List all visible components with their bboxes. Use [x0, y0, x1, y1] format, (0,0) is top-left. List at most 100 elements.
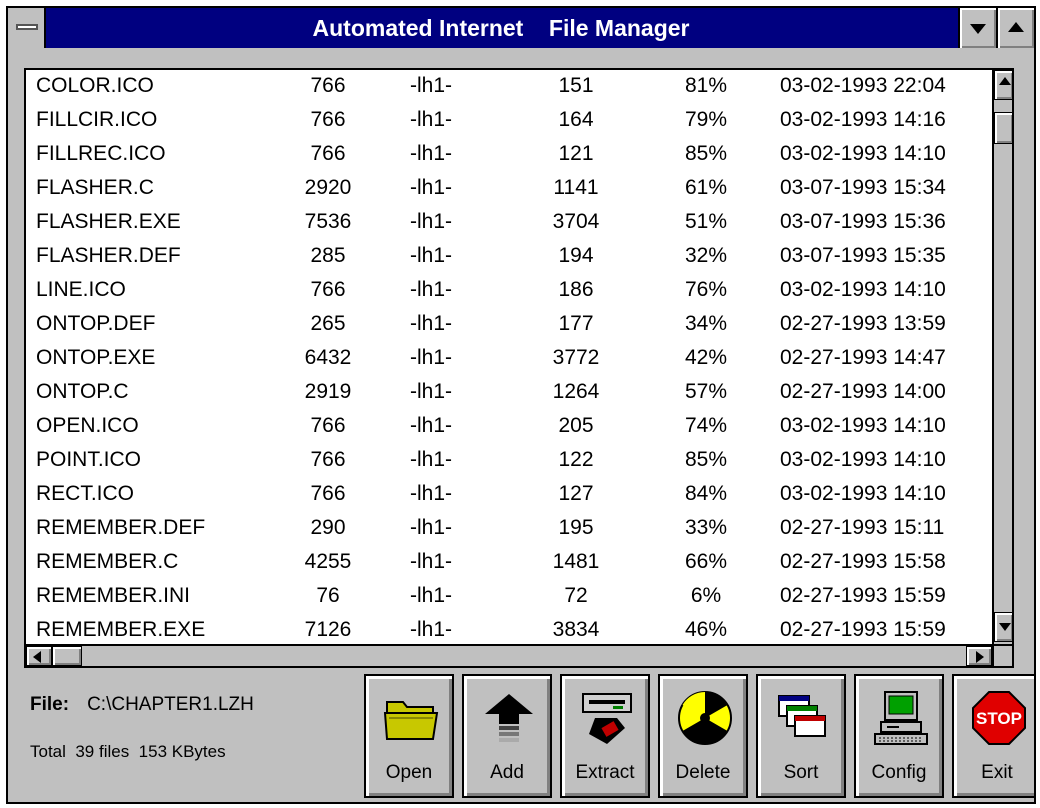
file-size: 290	[310, 516, 346, 539]
system-menu-button[interactable]	[8, 8, 46, 48]
file-rows: COLOR.ICO 766 -lh1- 151 81% 03-02-1993 22:04 F…	[26, 70, 992, 644]
vertical-scroll-thumb[interactable]	[994, 112, 1012, 144]
file-row[interactable]: ONTOP.C 2919 -lh1- 1264 57% 02-27-1993 14:00	[26, 376, 992, 410]
file-ratio: 34%	[684, 312, 728, 335]
file-compressed-size: 122	[558, 448, 594, 471]
horizontal-scrollbar[interactable]	[26, 644, 992, 666]
file-ratio: 85%	[684, 448, 728, 471]
file-row[interactable]: FLASHER.EXE 7536 -lh1- 3704 51% 03-07-1993 15…	[26, 206, 992, 240]
minimize-button[interactable]	[958, 8, 996, 48]
add-button[interactable]: Add	[462, 674, 552, 798]
file-method: -lh1-	[409, 108, 452, 131]
file-row[interactable]: FILLREC.ICO 766 -lh1- 121 85% 03-02-1993 14:1…	[26, 138, 992, 172]
file-date: 03-02-1993 14:10	[780, 448, 946, 471]
file-method: -lh1-	[409, 550, 452, 573]
extract-label: Extract	[575, 762, 635, 783]
config-button[interactable]: Config	[854, 674, 944, 798]
sort-button[interactable]: Sort	[756, 674, 846, 798]
file-compressed-size: 1481	[552, 550, 600, 573]
svg-text:STOP: STOP	[976, 709, 1022, 728]
file-row[interactable]: COLOR.ICO 766 -lh1- 151 81% 03-02-1993 22:04	[26, 70, 992, 104]
file-name: LINE.ICO	[36, 278, 126, 301]
title-bar[interactable]: Automated Internet File Manager	[8, 8, 1034, 48]
arrow-right-icon	[976, 651, 984, 663]
scroll-right-button[interactable]	[966, 646, 992, 666]
scroll-up-button[interactable]	[994, 70, 1012, 100]
file-ratio: 32%	[684, 244, 728, 267]
file-compressed-size: 151	[558, 74, 594, 97]
file-date: 03-02-1993 14:16	[780, 108, 946, 131]
file-compressed-size: 164	[558, 108, 594, 131]
file-row[interactable]: OPEN.ICO 766 -lh1- 205 74% 03-02-1993 14:10	[26, 410, 992, 444]
vertical-scrollbar[interactable]	[992, 70, 1012, 644]
file-method: -lh1-	[409, 176, 452, 199]
file-name: REMEMBER.C	[36, 550, 179, 573]
file-compressed-size: 1141	[553, 176, 599, 199]
file-row[interactable]: REMEMBER.EXE 7126 -lh1- 3834 46% 02-27-1993 1…	[26, 614, 992, 644]
file-compressed-size: 3704	[552, 210, 600, 233]
file-row[interactable]: ONTOP.EXE 6432 -lh1- 3772 42% 02-27-1993 14:4…	[26, 342, 992, 376]
file-row[interactable]: POINT.ICO 766 -lh1- 122 85% 03-02-1993 14:10	[26, 444, 992, 478]
file-method: -lh1-	[409, 584, 452, 607]
file-size: 766	[310, 142, 346, 165]
file-name: FLASHER.DEF	[36, 244, 181, 267]
file-ratio: 76%	[684, 278, 728, 301]
file-compressed-size: 127	[558, 482, 594, 505]
file-method: -lh1-	[409, 210, 452, 233]
file-method: -lh1-	[409, 142, 452, 165]
scroll-left-button[interactable]	[26, 646, 52, 666]
file-label: File:	[30, 694, 70, 715]
file-row[interactable]: FLASHER.C 2920 -lh1- 1141 61% 03-07-1993 15:3…	[26, 172, 992, 206]
file-row[interactable]: REMEMBER.DEF 290 -lh1- 195 33% 02-27-1993 15:…	[26, 512, 992, 546]
file-size: 766	[310, 482, 346, 505]
file-row[interactable]: FLASHER.DEF 285 -lh1- 194 32% 03-07-1993 15:3…	[26, 240, 992, 274]
sort-label: Sort	[783, 762, 819, 783]
file-info: File: C:\CHAPTER1.LZH	[30, 694, 254, 716]
file-size: 7536	[304, 210, 352, 233]
file-row[interactable]: FILLCIR.ICO 766 -lh1- 164 79% 03-02-1993 14:1…	[26, 104, 992, 138]
file-size: 76	[316, 584, 340, 607]
file-row[interactable]: REMEMBER.C 4255 -lh1- 1481 66% 02-27-1993 15:…	[26, 546, 992, 580]
file-size: 2920	[304, 176, 352, 199]
maximize-icon	[1008, 22, 1024, 32]
delete-label: Delete	[675, 762, 731, 783]
file-ratio: 81%	[684, 74, 728, 97]
file-method: -lh1-	[409, 312, 452, 335]
file-date: 03-07-1993 15:35	[780, 244, 946, 267]
file-size: 285	[310, 244, 346, 267]
scroll-down-button[interactable]	[994, 612, 1012, 642]
open-button[interactable]: Open	[364, 674, 454, 798]
radiation-icon	[678, 691, 732, 745]
file-date: 03-02-1993 14:10	[780, 278, 946, 301]
file-list[interactable]: COLOR.ICO 766 -lh1- 151 81% 03-02-1993 22:04 F…	[24, 68, 1014, 668]
file-row[interactable]: ONTOP.DEF 265 -lh1- 177 34% 02-27-1993 13:59	[26, 308, 992, 342]
stop-sign-icon: STOP	[972, 691, 1026, 745]
exit-button[interactable]: STOP Exit	[952, 674, 1034, 798]
file-row[interactable]: REMEMBER.INI 76 -lh1- 72 6% 02-27-1993 15:59	[26, 580, 992, 614]
file-name: FLASHER.EXE	[36, 210, 181, 233]
add-label: Add	[490, 762, 524, 783]
open-label: Open	[385, 762, 433, 783]
file-compressed-size: 205	[558, 414, 594, 437]
file-name: ONTOP.DEF	[36, 312, 156, 335]
file-method: -lh1-	[409, 414, 452, 437]
extract-button[interactable]: Extract	[560, 674, 650, 798]
file-name: FILLREC.ICO	[36, 142, 166, 165]
file-ratio: 74%	[684, 414, 728, 437]
file-date: 03-02-1993 14:10	[780, 414, 946, 437]
file-date: 02-27-1993 14:47	[780, 346, 946, 369]
file-name: COLOR.ICO	[36, 74, 154, 97]
file-compressed-size: 195	[558, 516, 594, 539]
file-compressed-size: 194	[558, 244, 594, 267]
file-row[interactable]: LINE.ICO 766 -lh1- 186 76% 03-02-1993 14:10	[26, 274, 992, 308]
minimize-icon	[970, 24, 986, 34]
file-date: 03-02-1993 14:10	[780, 482, 946, 505]
file-ratio: 85%	[684, 142, 728, 165]
extract-disk-icon	[582, 693, 632, 744]
file-name: ONTOP.C	[36, 380, 129, 403]
file-ratio: 42%	[684, 346, 728, 369]
delete-button[interactable]: Delete	[658, 674, 748, 798]
file-row[interactable]: RECT.ICO 766 -lh1- 127 84% 03-02-1993 14:10	[26, 478, 992, 512]
horizontal-scroll-thumb[interactable]	[52, 646, 82, 666]
maximize-button[interactable]	[996, 8, 1034, 48]
